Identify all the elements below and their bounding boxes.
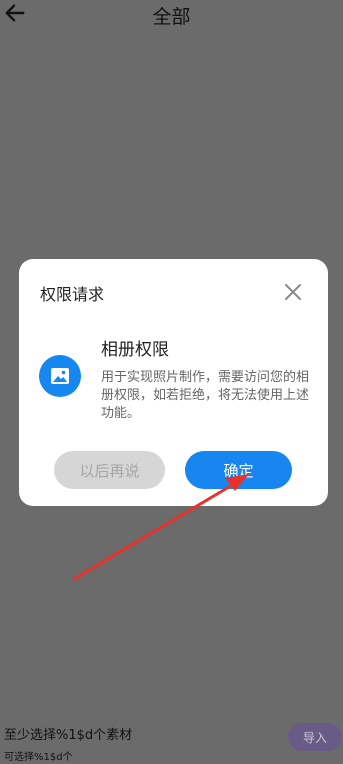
top-bar: 全部 [0,0,343,28]
import-button[interactable]: 导入 [288,723,342,751]
confirm-button[interactable]: 确定 [185,451,292,489]
selection-hint: 至少选择%1$d个素材 [4,728,133,743]
permission-title: 相册权限 [101,340,169,360]
permission-dialog: 权限请求 相册权限 用于实现照片制作，需要访问您的相册权限，如若拒绝，将无法使用… [19,259,328,506]
selection-sub-hint: 可选择%1$d个 [4,752,73,763]
image-icon [39,355,81,397]
permission-description: 用于实现照片制作，需要访问您的相册权限，如若拒绝，将无法使用上述功能。 [101,370,310,421]
page-title: 全部 [152,6,191,28]
later-button[interactable]: 以后再说 [54,451,165,489]
dialog-title: 权限请求 [40,285,105,304]
close-icon[interactable] [284,283,302,301]
